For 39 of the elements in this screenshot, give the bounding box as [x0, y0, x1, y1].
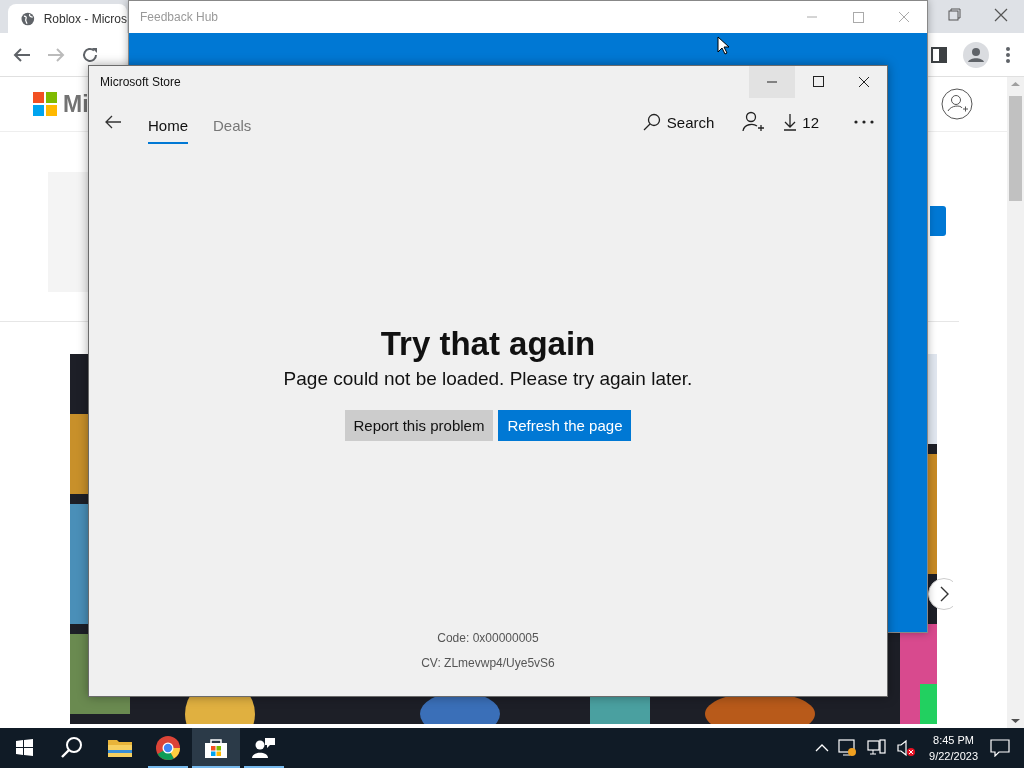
notification-icon[interactable] [990, 739, 1010, 757]
microsoft-logo-icon [33, 92, 57, 116]
error-code: Code: 0x00000005 [437, 630, 539, 647]
mouse-cursor-icon [717, 36, 730, 55]
display-warning-icon[interactable] [838, 739, 859, 757]
more-icon[interactable] [853, 119, 875, 125]
window-title: Feedback Hub [140, 10, 219, 24]
nav-tab[interactable]: Deals [213, 106, 252, 144]
profile-avatar-icon[interactable] [963, 41, 989, 68]
refresh-button[interactable]: Refresh the page [498, 410, 632, 441]
back-arrow-icon[interactable] [13, 46, 31, 63]
speaker-muted-icon[interactable] [896, 739, 917, 757]
search-icon [642, 113, 661, 131]
logo-text: Mi [63, 90, 89, 118]
browser-tab[interactable]: Roblox - Micros [8, 4, 127, 33]
network-icon[interactable] [867, 739, 888, 757]
nav-tab[interactable]: Home [148, 106, 188, 144]
chevron-up-icon[interactable] [815, 743, 830, 753]
error-heading: Try that again [380, 324, 596, 364]
search-button[interactable]: Search [642, 113, 715, 131]
person-add-icon[interactable] [742, 111, 765, 133]
error-code: CV: ZLmevwp4/Uye5vS6 [421, 655, 555, 672]
scrollbar[interactable] [1007, 77, 1024, 728]
more-vertical-icon[interactable] [1005, 46, 1011, 63]
error-message: Page could not be loaded. Please try again later. [283, 368, 693, 390]
next-arrow-icon[interactable] [928, 578, 953, 610]
clock-date[interactable]: 9/22/2023 [929, 748, 978, 764]
reload-icon[interactable] [81, 45, 99, 64]
downloads-button[interactable]: 12 [784, 113, 819, 131]
account-icon[interactable] [941, 88, 973, 120]
download-icon [784, 113, 797, 131]
globe-icon [21, 11, 35, 26]
back-arrow-icon[interactable] [104, 114, 122, 130]
scroll-thumb[interactable] [1009, 96, 1022, 201]
sidebar-icon[interactable] [931, 46, 947, 63]
clock-time[interactable]: 8:45 PM [933, 732, 974, 748]
report-button[interactable]: Report this problem [344, 410, 494, 441]
store-icon[interactable] [192, 728, 240, 768]
window-title: Microsoft Store [100, 75, 181, 89]
